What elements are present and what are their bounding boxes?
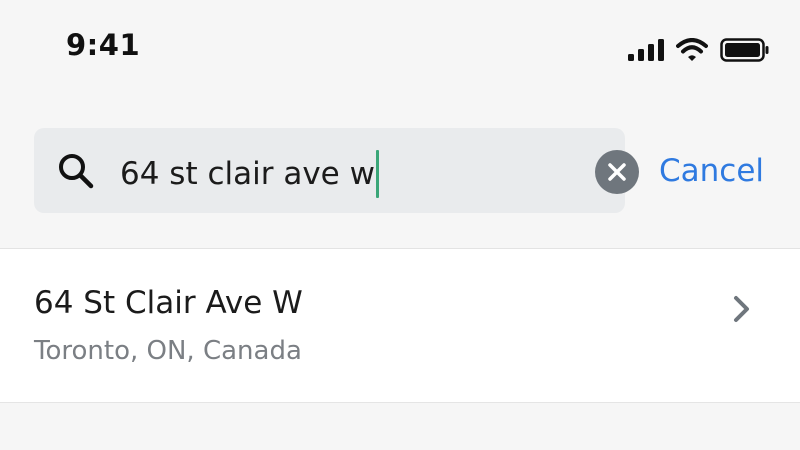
clear-icon [608,163,626,181]
text-caret [375,150,379,198]
search-input-value: 64 st clair ave w [120,156,375,192]
cancel-button[interactable]: Cancel [659,150,764,192]
clear-search-button[interactable] [595,150,639,194]
status-bar: 9:41 [0,0,800,100]
chevron-right-icon [731,294,753,328]
result-title: 64 St Clair Ave W [34,285,303,321]
search-field[interactable]: 64 st clair ave w [34,128,639,213]
result-subtitle: Toronto, ON, Canada [34,336,302,366]
cellular-signal-icon [628,39,664,61]
wifi-icon [676,38,708,62]
status-icons [628,38,770,62]
list-item-result[interactable]: 64 St Clair Ave W Toronto, ON, Canada [0,249,800,403]
status-time: 9:41 [66,28,141,62]
search-screen: 9:41 64 st clair ave w Cancel 64 St Clai… [0,0,800,450]
search-icon [56,151,96,191]
search-input[interactable]: 64 st clair ave w [120,150,379,198]
search-bar: 64 st clair ave w Cancel [0,128,800,214]
battery-icon [720,38,770,62]
